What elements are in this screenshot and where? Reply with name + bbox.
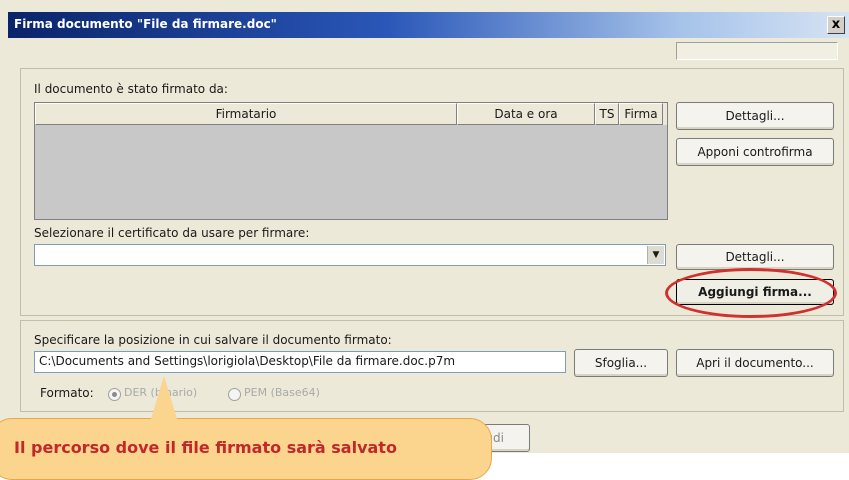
signers-list-header: Firmatario Data e ora TS Firma <box>35 103 667 125</box>
signed-by-label: Il documento è stato firmato da: <box>34 82 228 96</box>
column-header-ts[interactable]: TS <box>595 103 619 125</box>
certificate-select[interactable]: ▼ <box>34 244 666 266</box>
format-label: Formato: <box>40 386 94 400</box>
browse-button[interactable]: Sfoglia... <box>574 349 668 377</box>
chevron-down-icon[interactable]: ▼ <box>647 246 664 264</box>
signer-details-button[interactable]: Dettagli... <box>676 102 834 130</box>
certificate-label: Selezionare il certificato da usare per … <box>34 226 310 240</box>
open-document-button[interactable]: Apri il documento... <box>676 349 834 377</box>
close-icon: x <box>831 17 841 32</box>
save-location-label: Specificare la posizione in cui salvare … <box>34 333 392 347</box>
callout-text: Il percorso dove il file firmato sarà sa… <box>14 438 397 457</box>
save-path-value: C:\Documents and Settings\lorigiola\Desk… <box>39 354 456 368</box>
column-header-signature[interactable]: Firma <box>619 103 663 125</box>
status-field <box>676 42 838 60</box>
countersign-button[interactable]: Apponi controfirma <box>676 138 834 166</box>
format-pem-radio[interactable] <box>228 388 241 401</box>
title-bar[interactable]: Firma documento "File da firmare.doc" x <box>8 12 849 38</box>
column-header-date-time[interactable]: Data e ora <box>457 103 595 125</box>
close-button[interactable]: x <box>827 16 845 34</box>
window-title: Firma documento "File da firmare.doc" <box>14 17 277 31</box>
certificate-details-button[interactable]: Dettagli... <box>676 244 834 270</box>
callout-pointer <box>150 376 178 422</box>
save-path-field[interactable]: C:\Documents and Settings\lorigiola\Desk… <box>34 351 566 373</box>
format-pem-label[interactable]: PEM (Base64) <box>244 386 320 399</box>
highlight-ellipse <box>665 268 837 318</box>
format-der-radio[interactable] <box>108 388 121 401</box>
radio-selected-dot <box>112 392 117 397</box>
signers-list[interactable]: Firmatario Data e ora TS Firma <box>34 102 668 220</box>
column-header-signer[interactable]: Firmatario <box>35 103 457 125</box>
signature-dialog: Firma documento "File da firmare.doc" x … <box>0 0 849 480</box>
